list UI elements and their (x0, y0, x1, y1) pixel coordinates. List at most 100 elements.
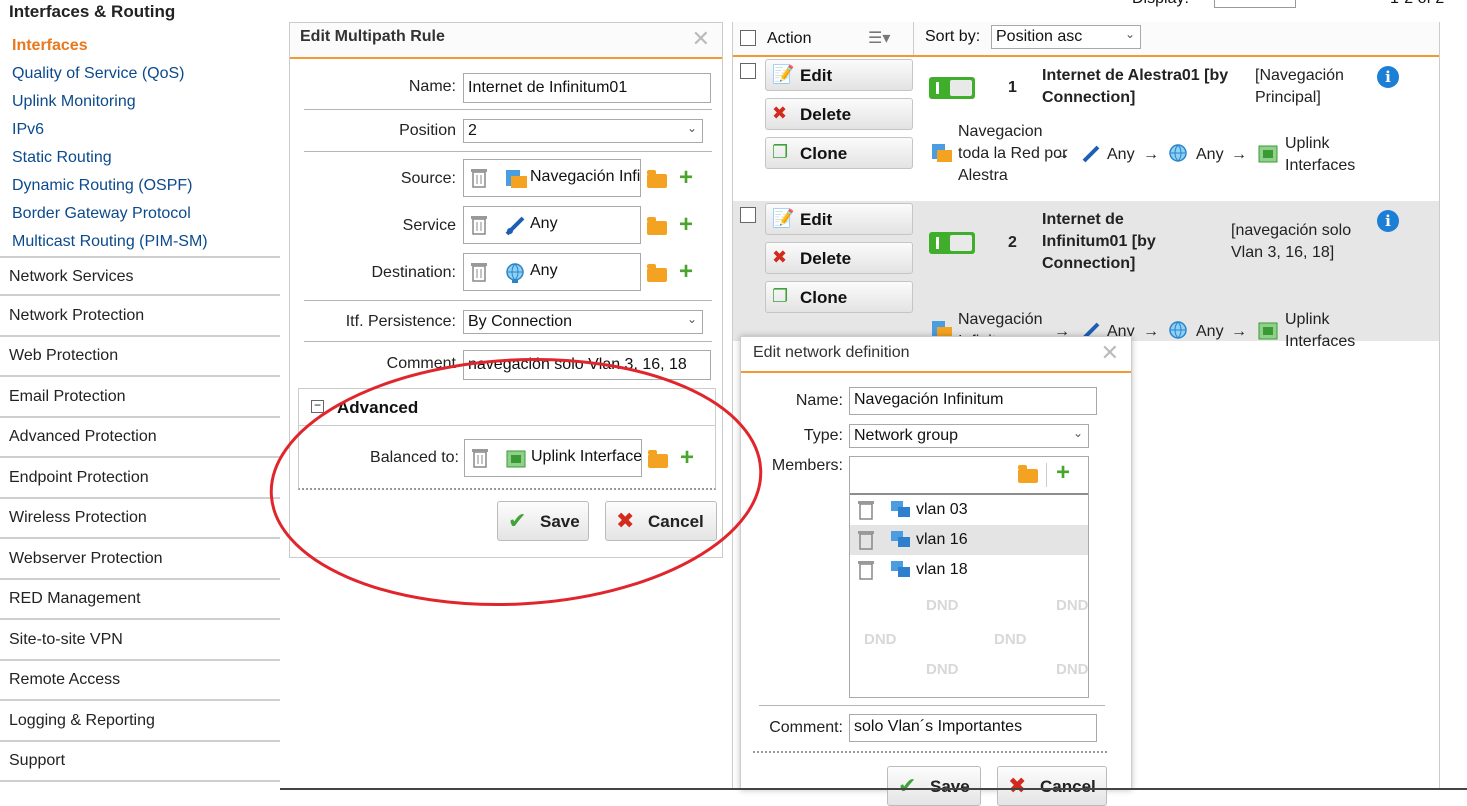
net-cancel-button[interactable]: ✖ Cancel (997, 766, 1107, 806)
source-field[interactable]: Navegación Infinitum (463, 159, 641, 197)
member-row[interactable]: vlan 16 (850, 525, 1088, 555)
delete-x-icon: ✖ (772, 103, 788, 123)
folder-icon[interactable] (647, 170, 667, 188)
net-type-select[interactable]: Network group ⌄ (849, 424, 1089, 448)
cancel-button[interactable]: ✖ Cancel (605, 501, 717, 541)
net-comment-input[interactable]: solo Vlan´s Importantes (849, 714, 1097, 742)
sidebar-item-webserver-protection[interactable]: Webserver Protection (0, 540, 280, 580)
trash-icon[interactable] (857, 559, 875, 581)
sidebar-item-static-routing[interactable]: Static Routing (12, 149, 112, 167)
sort-select[interactable]: Position asc ⌄ (991, 25, 1141, 49)
action-label[interactable]: Action (767, 30, 811, 48)
clone-button[interactable]: ❐ Clone (765, 281, 913, 313)
sidebar-item-interfaces[interactable]: Interfaces (12, 37, 88, 55)
delete-label: Delete (800, 249, 852, 268)
balanced-field[interactable]: Uplink Interfaces (464, 439, 642, 477)
service-plug-icon (505, 216, 525, 236)
add-icon[interactable]: + (679, 260, 693, 284)
trash-icon[interactable] (470, 214, 488, 236)
trash-icon[interactable] (470, 261, 488, 283)
clone-button[interactable]: ❐ Clone (765, 137, 913, 169)
sidebar-item-email-protection[interactable]: Email Protection (0, 378, 280, 418)
destination-field[interactable]: Any (463, 253, 641, 291)
trash-icon[interactable] (857, 529, 875, 551)
chevron-down-icon: ⌄ (1124, 27, 1135, 41)
position-select[interactable]: 2 ⌄ (463, 119, 703, 143)
service-field[interactable]: Any (463, 206, 641, 244)
close-icon[interactable]: ✕ (1101, 340, 1119, 366)
dialog-title: Edit Multipath Rule (300, 28, 445, 45)
add-member-icon[interactable]: + (1056, 461, 1070, 485)
sidebar-item-web-protection[interactable]: Web Protection (0, 337, 280, 377)
sidebar-item-advanced-protection[interactable]: Advanced Protection (0, 418, 280, 458)
nav-label: Web Protection (9, 347, 119, 364)
add-icon[interactable]: + (679, 166, 693, 190)
persistence-select[interactable]: By Connection ⌄ (463, 310, 703, 334)
collapse-icon[interactable]: − (311, 399, 324, 413)
sidebar-section-title[interactable]: Interfaces & Routing (9, 2, 175, 22)
edit-multipath-rule-dialog: Edit Multipath Rule ✕ Name: Internet de … (289, 22, 723, 558)
sidebar-item-qos[interactable]: Quality of Service (QoS) (12, 65, 185, 83)
sidebar-item-endpoint-protection[interactable]: Endpoint Protection (0, 459, 280, 499)
net-save-button[interactable]: ✔ Save (887, 766, 981, 806)
trash-icon[interactable] (857, 499, 875, 521)
sidebar-item-bgp[interactable]: Border Gateway Protocol (12, 205, 191, 223)
network-icon (891, 531, 910, 547)
sidebar-item-network-protection[interactable]: Network Protection (0, 297, 280, 337)
member-name: vlan 03 (916, 501, 968, 518)
chevron-down-icon: ⌄ (686, 121, 697, 135)
rule-checkbox[interactable] (740, 63, 756, 79)
info-icon[interactable]: i (1377, 66, 1399, 88)
sidebar-item-remote-access[interactable]: Remote Access (0, 661, 280, 701)
cancel-x-icon: ✖ (1008, 773, 1027, 798)
cancel-label: Cancel (1040, 777, 1096, 796)
edit-button[interactable]: 📝 Edit (765, 59, 913, 91)
add-icon[interactable]: + (679, 213, 693, 237)
member-row[interactable]: vlan 03 (850, 495, 1088, 525)
balanced-value: Uplink Interfaces (531, 448, 642, 465)
list-menu-icon[interactable]: ☰▾ (868, 28, 890, 48)
delete-button[interactable]: ✖ Delete (765, 98, 913, 130)
rule-service: Any (1107, 146, 1135, 163)
folder-icon[interactable] (648, 450, 668, 468)
rule-toggle[interactable] (929, 232, 975, 254)
sidebar-item-support[interactable]: Support (0, 742, 280, 782)
save-button[interactable]: ✔ Save (497, 501, 589, 541)
close-icon[interactable]: ✕ (692, 26, 710, 52)
trash-icon[interactable] (471, 447, 489, 469)
globe-icon (1169, 321, 1187, 339)
sidebar-item-site-to-site-vpn[interactable]: Site-to-site VPN (0, 621, 280, 661)
rule-toggle[interactable] (929, 77, 975, 99)
sidebar-item-wireless-protection[interactable]: Wireless Protection (0, 499, 280, 539)
drop-zone[interactable]: DND DND DND DND DND DND (850, 585, 1088, 697)
delete-button[interactable]: ✖ Delete (765, 242, 913, 274)
advanced-header[interactable]: − Advanced (299, 389, 715, 426)
sidebar-item-ipv6[interactable]: IPv6 (12, 121, 44, 139)
folder-icon[interactable] (647, 264, 667, 282)
select-all-checkbox[interactable] (740, 30, 756, 46)
edit-button[interactable]: 📝 Edit (765, 203, 913, 235)
dnd-text: DND (926, 597, 959, 614)
folder-icon[interactable] (647, 217, 667, 235)
info-icon[interactable]: i (1377, 210, 1399, 232)
sidebar-item-multicast[interactable]: Multicast Routing (PIM-SM) (12, 233, 208, 251)
name-input[interactable]: Internet de Infinitum01 (463, 73, 711, 103)
sidebar-item-network-services[interactable]: Network Services (0, 256, 280, 296)
sidebar-item-red-management[interactable]: RED Management (0, 580, 280, 620)
source-label: Source: (400, 170, 456, 187)
sidebar-item-logging-reporting[interactable]: Logging & Reporting (0, 702, 280, 742)
folder-icon[interactable] (1018, 465, 1038, 483)
add-icon[interactable]: + (680, 446, 694, 470)
display-select[interactable]: 50 (1214, 0, 1296, 8)
dialog-header[interactable]: Edit network definition ✕ (741, 337, 1131, 373)
sidebar-item-ospf[interactable]: Dynamic Routing (OSPF) (12, 177, 193, 195)
nav-label: Wireless Protection (9, 509, 147, 526)
dialog-header[interactable]: Edit Multipath Rule ✕ (290, 23, 722, 59)
rule-number: 1 (1008, 79, 1017, 96)
comment-input[interactable]: navegación solo Vlan 3, 16, 18 (463, 350, 711, 380)
trash-icon[interactable] (470, 167, 488, 189)
rule-checkbox[interactable] (740, 207, 756, 223)
sidebar-item-uplink-monitoring[interactable]: Uplink Monitoring (12, 93, 136, 111)
member-row[interactable]: vlan 18 (850, 555, 1088, 585)
net-name-input[interactable]: Navegación Infinitum (849, 387, 1097, 415)
